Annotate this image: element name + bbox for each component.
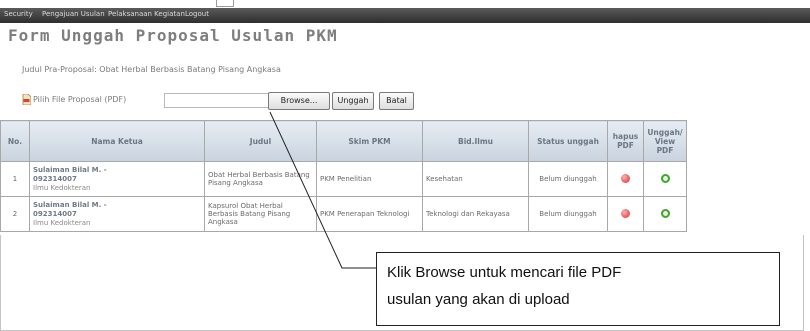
callout-box: Klik Browse untuk mencari file PDF usula… <box>376 252 780 326</box>
callout-line-2: usulan yang akan di upload <box>387 291 570 308</box>
callout-line-1: Klik Browse untuk mencari file PDF <box>387 264 622 281</box>
